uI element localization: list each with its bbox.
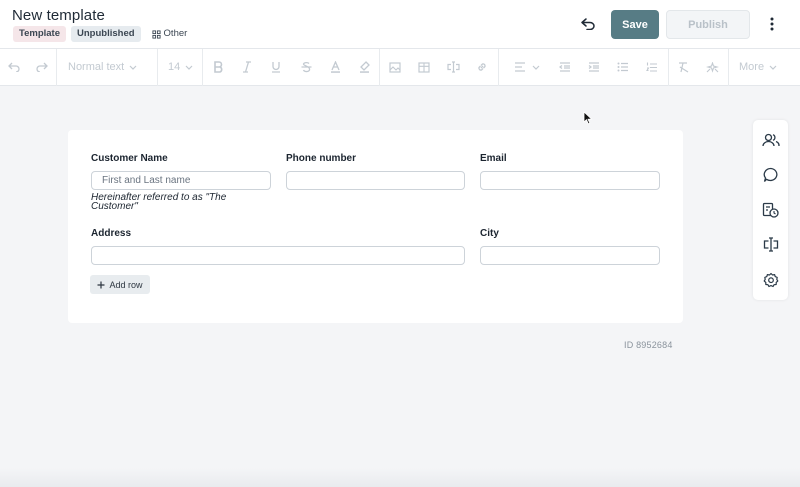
template-title[interactable]: New template (12, 7, 105, 24)
bold-icon (214, 61, 223, 73)
text-style-select[interactable]: Normal text (68, 56, 146, 78)
template-other-icon (151, 29, 161, 39)
toolbar-redo-button[interactable] (34, 56, 50, 78)
template-badge: Template (13, 26, 67, 42)
toolbar-divider (157, 49, 158, 86)
plus-icon (97, 281, 105, 288)
city-input[interactable] (480, 246, 660, 265)
indent-button[interactable] (586, 56, 602, 78)
customer-name-input[interactable] (91, 171, 271, 190)
toolbar-divider (379, 49, 380, 86)
text-color-icon (330, 61, 340, 73)
redo-icon (36, 62, 48, 72)
kebab-menu-icon (770, 17, 774, 31)
toolbar-divider (728, 49, 729, 86)
bullet-list-button[interactable] (615, 56, 631, 78)
align-icon (515, 62, 525, 72)
page-bottom-edge (0, 468, 800, 487)
chevron-down-icon (769, 65, 777, 70)
category-label: Other (163, 28, 188, 39)
toolbar-divider (668, 49, 669, 86)
image-icon (389, 61, 401, 73)
italic-button[interactable] (239, 56, 255, 78)
more-menu-button[interactable] (763, 14, 781, 34)
users-icon (761, 133, 780, 146)
ai-assist-button[interactable] (704, 56, 720, 78)
category-badge[interactable]: Other (146, 26, 194, 42)
right-side-rail (753, 120, 788, 300)
app-header: New template Template Unpublished Other … (0, 0, 800, 49)
undo-icon (581, 18, 595, 30)
chevron-down-icon (532, 65, 540, 70)
settings-icon (763, 272, 778, 287)
comment-icon (763, 167, 777, 182)
customer-name-hint: Hereinafter referred to as "The Customer… (91, 192, 227, 212)
settings-button[interactable] (760, 269, 781, 290)
mouse-cursor-icon (583, 111, 593, 125)
outdent-button[interactable] (557, 56, 573, 78)
underline-icon (272, 62, 280, 73)
recipients-button[interactable] (760, 129, 781, 150)
city-label: City (480, 228, 499, 239)
insert-image-button[interactable] (387, 56, 403, 78)
toolbar-divider (56, 49, 57, 86)
font-size-value: 14 (168, 61, 181, 73)
insert-link-button[interactable] (474, 56, 490, 78)
phone-number-input[interactable] (286, 171, 465, 190)
bullet-list-icon (617, 62, 628, 72)
add-row-button[interactable]: Add row (90, 275, 150, 294)
fields-panel-button[interactable] (760, 234, 781, 255)
comments-button[interactable] (760, 164, 781, 185)
undo-icon (8, 62, 20, 72)
address-label: Address (91, 228, 132, 239)
document-id: ID 8952684 (624, 340, 673, 350)
highlight-icon (359, 61, 370, 73)
indent-icon (588, 62, 599, 72)
undo-button[interactable] (576, 12, 600, 36)
phone-number-label: Phone number (286, 153, 357, 164)
document-history-button[interactable] (760, 199, 781, 220)
field-icon (446, 61, 460, 73)
chevron-down-icon (185, 65, 193, 70)
email-label: Email (480, 153, 507, 164)
email-input[interactable] (480, 171, 660, 190)
align-select[interactable] (510, 56, 544, 78)
customer-name-label: Customer Name (91, 153, 168, 164)
numbered-list-button[interactable] (644, 56, 660, 78)
strikethrough-icon (301, 61, 311, 73)
bold-button[interactable] (210, 56, 226, 78)
status-badge: Unpublished (71, 26, 141, 42)
font-size-select[interactable]: 14 (168, 56, 194, 78)
toolbar-undo-button[interactable] (6, 56, 22, 78)
template-badges: Template Unpublished Other (13, 26, 193, 42)
save-button[interactable]: Save (611, 10, 659, 39)
italic-icon (243, 61, 251, 73)
history-icon (762, 202, 779, 218)
text-style-value: Normal text (68, 61, 125, 73)
ai-icon (705, 61, 719, 73)
fields-icon (763, 237, 778, 252)
form-section-card: Customer Name Hereinafter referred to as… (68, 130, 683, 323)
clear-format-icon (679, 61, 689, 73)
insert-field-button[interactable] (445, 56, 461, 78)
more-tools-select[interactable]: More (739, 56, 779, 78)
link-icon (478, 63, 486, 71)
more-tools-label: More (739, 61, 765, 73)
outdent-icon (559, 62, 570, 72)
clear-format-button[interactable] (676, 56, 692, 78)
publish-button[interactable]: Publish (666, 10, 750, 39)
strikethrough-button[interactable] (298, 56, 314, 78)
address-input[interactable] (91, 246, 465, 265)
text-color-button[interactable] (327, 56, 343, 78)
formatting-toolbar: Normal text 14 More (0, 49, 800, 86)
underline-button[interactable] (268, 56, 284, 78)
numbered-list-icon (646, 62, 657, 72)
toolbar-divider (498, 49, 499, 86)
add-row-label: Add row (109, 279, 143, 290)
chevron-down-icon (129, 65, 137, 70)
toolbar-divider (202, 49, 203, 86)
insert-table-button[interactable] (416, 56, 432, 78)
table-icon (418, 61, 430, 73)
highlight-button[interactable] (356, 56, 372, 78)
